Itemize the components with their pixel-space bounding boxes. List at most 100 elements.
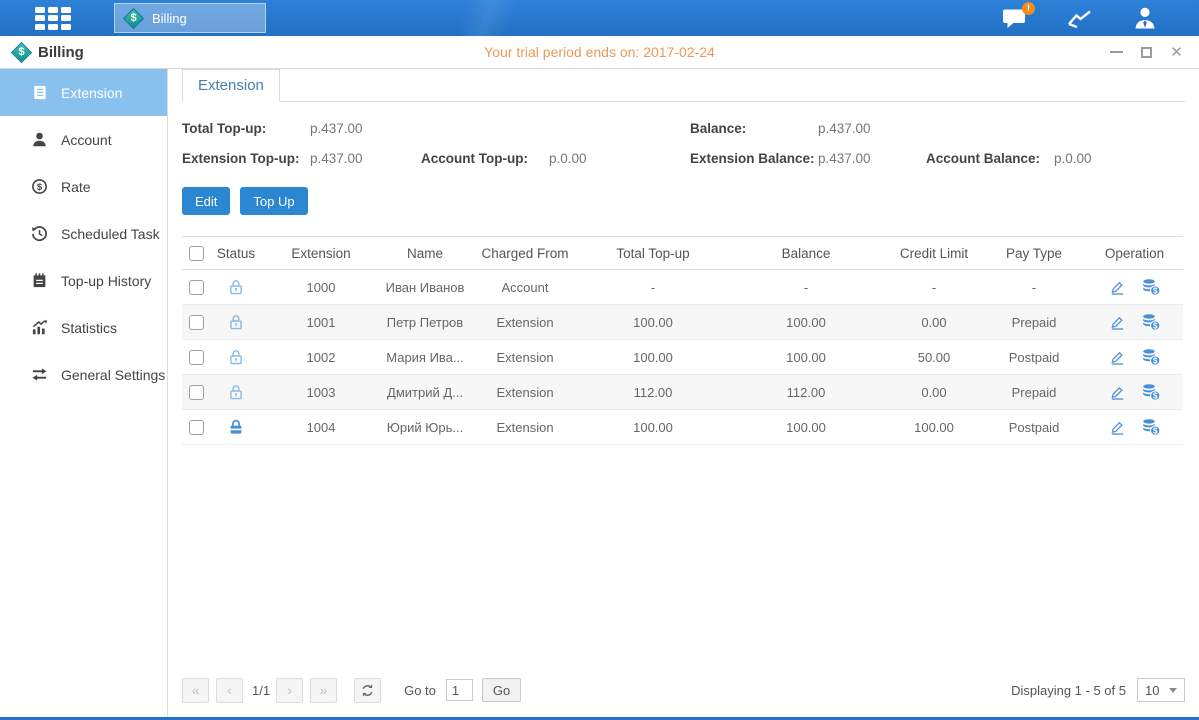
- lock-open-icon: [227, 383, 245, 401]
- table-row[interactable]: 1000 Иван Иванов Account - - - -: [182, 270, 1183, 305]
- sidebar-item-account[interactable]: Account: [0, 116, 167, 163]
- topup-button[interactable]: Top Up: [240, 187, 307, 215]
- notification-badge: !: [1022, 2, 1035, 15]
- goto-label: Go to: [404, 683, 436, 698]
- status-cell: [210, 375, 262, 410]
- go-button[interactable]: Go: [482, 678, 521, 702]
- goto-page-input[interactable]: [446, 679, 473, 701]
- pencil-icon: [1109, 279, 1126, 296]
- sidebar-item-general-settings[interactable]: General Settings: [0, 351, 167, 398]
- total-topup-cell: 100.00: [580, 305, 726, 340]
- edit-row-button[interactable]: [1109, 349, 1126, 366]
- pencil-icon: [1109, 384, 1126, 401]
- dollar-circle-icon: $: [31, 178, 48, 195]
- svg-text:$: $: [1152, 392, 1157, 401]
- last-page-button[interactable]: »: [310, 678, 337, 703]
- billing-window-icon: $: [13, 44, 30, 61]
- topup-row-button[interactable]: $: [1141, 278, 1161, 296]
- billing-app-icon: $: [125, 10, 142, 27]
- row-checkbox[interactable]: [189, 385, 204, 400]
- balance-cell: 112.00: [726, 375, 886, 410]
- credit-limit-cell: 100.00: [886, 410, 982, 445]
- credit-limit-cell: 0.00: [886, 305, 982, 340]
- table-row[interactable]: 1001 Петр Петров Extension 100.00 100.00…: [182, 305, 1183, 340]
- prev-page-button[interactable]: ‹: [216, 678, 243, 703]
- chevron-down-icon: [1169, 688, 1177, 693]
- table-row[interactable]: 1004 Юрий Юрь... Extension 100.00 100.00…: [182, 410, 1183, 445]
- coins-icon: $: [1141, 313, 1161, 331]
- tab-strip: Extension: [182, 69, 1185, 102]
- page-size-dropdown[interactable]: 10: [1137, 678, 1185, 702]
- table-row[interactable]: 1002 Мария Ива... Extension 100.00 100.0…: [182, 340, 1183, 375]
- table-row[interactable]: 1003 Дмитрий Д... Extension 112.00 112.0…: [182, 375, 1183, 410]
- topup-row-button[interactable]: $: [1141, 383, 1161, 401]
- status-cell: [210, 305, 262, 340]
- edit-row-button[interactable]: [1109, 314, 1126, 331]
- stat-extension-balance: Extension Balance:p.437.00: [690, 151, 926, 166]
- name-cell: Юрий Юрь...: [380, 410, 470, 445]
- balance-cell: 100.00: [726, 340, 886, 375]
- table-header-row: Status Extension Name Charged From Total…: [182, 237, 1183, 270]
- sidebar-item-scheduled-task[interactable]: Scheduled Task: [0, 210, 167, 257]
- topup-row-button[interactable]: $: [1141, 418, 1161, 436]
- user-account-icon[interactable]: [1133, 7, 1157, 29]
- col-operation: Operation: [1086, 237, 1183, 270]
- sidebar-item-statistics[interactable]: Statistics: [0, 304, 167, 351]
- first-page-button[interactable]: «: [182, 678, 209, 703]
- person-icon: [31, 131, 48, 148]
- svg-text:$: $: [37, 182, 43, 193]
- sidebar-item-extension[interactable]: Extension: [0, 69, 167, 116]
- sidebar-item-rate[interactable]: $ Rate: [0, 163, 167, 210]
- col-balance: Balance: [726, 237, 886, 270]
- pagination-bar: « ‹ 1/1 › » Go to Go Displaying 1 - 5 of…: [182, 670, 1185, 710]
- total-topup-cell: 112.00: [580, 375, 726, 410]
- apps-grid-icon[interactable]: [35, 7, 71, 30]
- edit-button[interactable]: Edit: [182, 187, 230, 215]
- pay-type-cell: Prepaid: [982, 375, 1086, 410]
- notepad-icon: [31, 272, 48, 289]
- row-checkbox[interactable]: [189, 315, 204, 330]
- col-pay-type: Pay Type: [982, 237, 1086, 270]
- topup-row-button[interactable]: $: [1141, 348, 1161, 366]
- col-extension: Extension: [262, 237, 380, 270]
- svg-text:$: $: [1152, 287, 1157, 296]
- row-checkbox[interactable]: [189, 350, 204, 365]
- extension-cell: 1003: [262, 375, 380, 410]
- performance-chart-icon[interactable]: [1067, 8, 1093, 28]
- messages-icon[interactable]: !: [1002, 8, 1027, 29]
- status-cell: [210, 340, 262, 375]
- stat-account-balance: Account Balance:p.0.00: [926, 151, 1185, 166]
- stat-extension-topup: Extension Top-up:p.437.00: [182, 151, 421, 166]
- col-total-topup: Total Top-up: [580, 237, 726, 270]
- sidebar-item-topup-history[interactable]: Top-up History: [0, 257, 167, 304]
- desktop-topbar: $ Billing !: [0, 0, 1199, 36]
- lock-open-icon: [227, 313, 245, 331]
- name-cell: Иван Иванов: [380, 270, 470, 305]
- credit-limit-cell: -: [886, 270, 982, 305]
- extension-cell: 1004: [262, 410, 380, 445]
- extension-cell: 1002: [262, 340, 380, 375]
- col-status: Status: [210, 237, 262, 270]
- edit-row-button[interactable]: [1109, 384, 1126, 401]
- status-cell: [210, 270, 262, 305]
- pencil-icon: [1109, 314, 1126, 331]
- minimize-button[interactable]: [1110, 46, 1123, 59]
- coins-icon: $: [1141, 383, 1161, 401]
- select-all-checkbox[interactable]: [189, 246, 204, 261]
- tab-extension[interactable]: Extension: [182, 69, 280, 102]
- row-checkbox[interactable]: [189, 280, 204, 295]
- sliders-icon: [31, 366, 48, 383]
- next-page-button[interactable]: ›: [276, 678, 303, 703]
- maximize-button[interactable]: [1140, 46, 1153, 59]
- summary-stats: Total Top-up:p.437.00 Balance:p.437.00 E…: [182, 121, 1185, 166]
- close-button[interactable]: ✕: [1170, 46, 1183, 59]
- taskbar-item-billing[interactable]: $ Billing: [114, 3, 266, 33]
- window-title: $ Billing: [13, 44, 84, 61]
- coins-icon: $: [1141, 278, 1161, 296]
- edit-row-button[interactable]: [1109, 279, 1126, 296]
- charged-from-cell: Extension: [470, 375, 580, 410]
- topup-row-button[interactable]: $: [1141, 313, 1161, 331]
- row-checkbox[interactable]: [189, 420, 204, 435]
- refresh-button[interactable]: [354, 678, 381, 703]
- edit-row-button[interactable]: [1109, 419, 1126, 436]
